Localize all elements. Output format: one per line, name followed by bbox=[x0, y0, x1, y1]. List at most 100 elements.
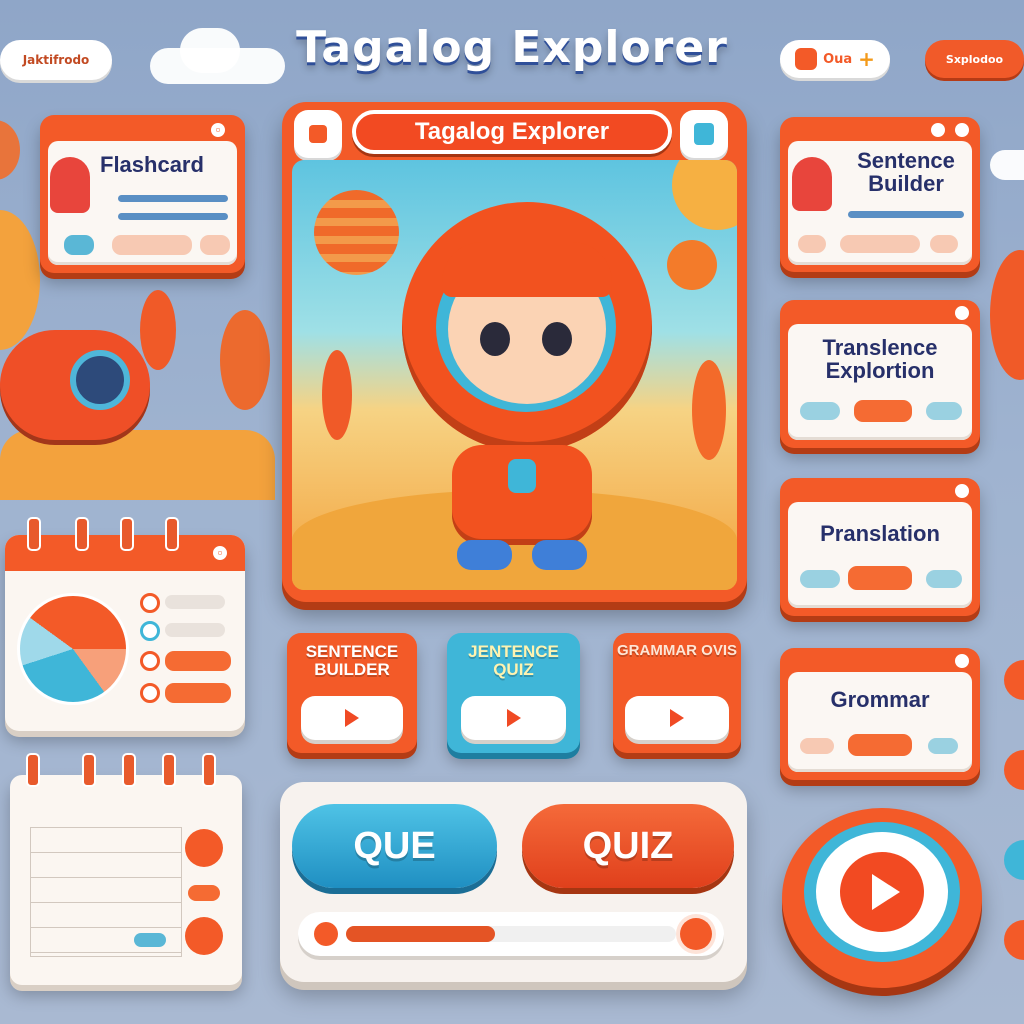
card-chip[interactable] bbox=[926, 570, 962, 588]
flashcard-progress bbox=[118, 195, 228, 202]
main-hero-card: Tagalog Explorer bbox=[282, 102, 747, 602]
sentence-builder-card[interactable]: Sentence Builder bbox=[780, 117, 980, 272]
rocket-icon bbox=[792, 157, 832, 211]
card-chip[interactable] bbox=[854, 400, 912, 422]
translence-title: Translence Explortion bbox=[822, 335, 938, 384]
pranslation-title: Pranslation bbox=[820, 521, 940, 546]
info-icon[interactable] bbox=[928, 120, 948, 140]
big-play-button[interactable] bbox=[782, 808, 982, 988]
settings-icon[interactable] bbox=[952, 651, 972, 671]
settings-icon[interactable] bbox=[952, 303, 972, 323]
rover-icon bbox=[0, 330, 150, 440]
tree-decoration bbox=[220, 310, 270, 410]
cloud-decoration bbox=[990, 150, 1024, 180]
top-pill-explore[interactable]: Sxplodoo bbox=[925, 40, 1024, 78]
chart-card[interactable]: ◦ bbox=[5, 517, 245, 731]
card-chip[interactable] bbox=[840, 235, 920, 253]
astronaut-boot bbox=[532, 540, 587, 570]
card-chip[interactable] bbox=[848, 566, 912, 590]
notebook-button[interactable] bbox=[185, 829, 223, 867]
edge-button[interactable] bbox=[1004, 920, 1024, 960]
notebook-card[interactable] bbox=[10, 753, 242, 985]
list-dot bbox=[140, 621, 160, 641]
astronaut-helmet bbox=[402, 202, 652, 452]
flashcard-chip[interactable] bbox=[112, 235, 192, 255]
play-button[interactable] bbox=[625, 696, 729, 740]
list-dot bbox=[140, 651, 160, 671]
notebook-button[interactable] bbox=[185, 917, 223, 955]
planet-icon bbox=[314, 190, 399, 275]
creature-decoration bbox=[990, 250, 1024, 380]
settings-icon[interactable] bbox=[952, 481, 972, 501]
edge-button[interactable] bbox=[1004, 840, 1024, 880]
card-chip[interactable] bbox=[930, 235, 958, 253]
quiz-panel: QUE QUIZ bbox=[280, 782, 747, 982]
play-icon bbox=[670, 709, 684, 727]
pranslation-card[interactable]: Pranslation bbox=[780, 478, 980, 616]
astronaut-boot bbox=[457, 540, 512, 570]
play-button[interactable] bbox=[301, 696, 403, 740]
stop-icon[interactable] bbox=[294, 110, 342, 158]
progress-start-icon bbox=[314, 922, 338, 946]
edge-button[interactable] bbox=[1004, 750, 1024, 790]
pie-chart-icon bbox=[17, 593, 129, 705]
plus-icon: + bbox=[858, 47, 875, 71]
list-button[interactable] bbox=[165, 651, 231, 671]
settings-icon[interactable]: ◦ bbox=[210, 543, 230, 563]
notebook-chip[interactable] bbox=[134, 933, 166, 947]
tree-decoration bbox=[692, 360, 726, 460]
mask-icon bbox=[795, 48, 818, 70]
translence-card[interactable]: Translence Explortion bbox=[780, 300, 980, 448]
list-line bbox=[165, 623, 225, 637]
top-pill-left[interactable]: Jaktifrodo bbox=[0, 40, 112, 80]
play-icon bbox=[506, 709, 521, 727]
flashcard-progress-2 bbox=[118, 213, 228, 220]
progress-rail bbox=[346, 926, 676, 942]
planet-small-icon bbox=[667, 240, 717, 290]
que-button[interactable]: QUE bbox=[292, 804, 497, 888]
play-button[interactable] bbox=[461, 696, 566, 740]
notebook-chip[interactable] bbox=[188, 885, 220, 901]
card-chip[interactable] bbox=[848, 734, 912, 756]
card-chip[interactable] bbox=[928, 738, 958, 754]
mini-card-sentence-builder[interactable]: SENTENCE BUILDER bbox=[287, 633, 417, 753]
flashcard-title: Flashcard bbox=[100, 152, 204, 177]
mini-card-title: SENTENCE BUILDER bbox=[305, 642, 399, 679]
settings-icon[interactable]: ◦ bbox=[208, 120, 228, 140]
progress-track[interactable] bbox=[298, 912, 724, 956]
card-chip[interactable] bbox=[800, 402, 840, 420]
left-scene bbox=[0, 290, 275, 500]
rocket-icon bbox=[50, 157, 90, 213]
flashcard-chip[interactable] bbox=[200, 235, 230, 255]
sun-icon bbox=[672, 160, 737, 230]
sentence-builder-title: Sentence Builder bbox=[857, 148, 955, 197]
bookmark-icon[interactable] bbox=[680, 110, 728, 158]
card-chip[interactable] bbox=[926, 402, 962, 420]
mini-card-grammar-quiz[interactable]: GRAMMAR OVIS bbox=[613, 633, 741, 753]
list-dot bbox=[140, 683, 160, 703]
play-icon bbox=[840, 852, 924, 932]
hero-scene bbox=[292, 160, 737, 590]
tree-decoration bbox=[140, 290, 176, 370]
list-dot bbox=[140, 593, 160, 613]
edge-button[interactable] bbox=[1004, 660, 1024, 700]
planet-decoration bbox=[0, 120, 20, 180]
mini-card-sentence-quiz[interactable]: JENTENCE QUIZ bbox=[447, 633, 580, 753]
flashcard-card[interactable]: ◦ Flashcard bbox=[40, 115, 245, 273]
progress-handle[interactable] bbox=[680, 918, 712, 950]
mini-card-title: GRAMMAR OVIS bbox=[617, 642, 737, 659]
cloud-decoration bbox=[180, 28, 240, 73]
main-banner: Tagalog Explorer bbox=[352, 110, 672, 154]
settings-icon[interactable] bbox=[952, 120, 972, 140]
sentence-builder-progress bbox=[848, 211, 964, 218]
card-chip[interactable] bbox=[800, 738, 834, 754]
top-pill-quiz[interactable]: Oua + bbox=[780, 40, 890, 78]
quiz-button[interactable]: QUIZ bbox=[522, 804, 734, 888]
top-pill-quiz-label: Oua bbox=[823, 51, 853, 67]
mini-card-title: JENTENCE QUIZ bbox=[468, 642, 559, 679]
card-chip[interactable] bbox=[798, 235, 826, 253]
flashcard-chip[interactable] bbox=[64, 235, 94, 255]
list-button[interactable] bbox=[165, 683, 231, 703]
grommar-card[interactable]: Grommar bbox=[780, 648, 980, 780]
card-chip[interactable] bbox=[800, 570, 840, 588]
